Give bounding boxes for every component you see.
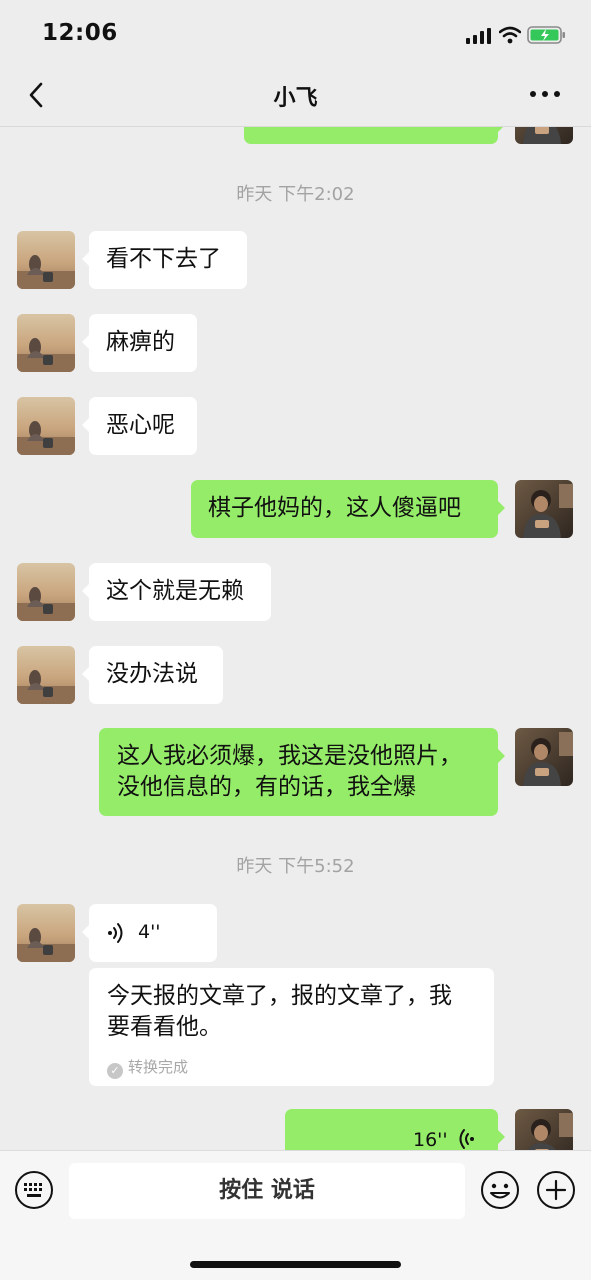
transcript-line: 今天报的文章了，报的文章了，我 bbox=[107, 983, 452, 1009]
message-bubble-received[interactable]: 看不下去了 bbox=[82, 231, 247, 289]
message-bubble-received[interactable]: 这个就是无赖 bbox=[82, 563, 271, 621]
input-bar: 按住 说话 bbox=[0, 1150, 591, 1280]
avatar-me[interactable] bbox=[515, 480, 573, 538]
battery-charging-icon bbox=[527, 26, 565, 44]
voice-message-received[interactable]: 4'' bbox=[82, 904, 217, 962]
chat-header: 小飞 bbox=[0, 66, 591, 127]
message-bubble-sent[interactable]: 棋子他妈的，这人傻逼吧 bbox=[191, 480, 505, 538]
more-icon[interactable] bbox=[528, 84, 562, 104]
keyboard-icon[interactable] bbox=[14, 1170, 54, 1210]
message-bubble-received[interactable]: 麻痹的 bbox=[82, 314, 197, 372]
chat-title: 小飞 bbox=[273, 86, 318, 111]
check-icon: ✓ bbox=[107, 1063, 123, 1079]
voice-message-sent[interactable]: 16'' bbox=[285, 1109, 505, 1150]
wifi-icon bbox=[499, 26, 521, 44]
status-bar: 12:06 bbox=[0, 0, 591, 66]
message-bubble-received[interactable]: 恶心呢 bbox=[82, 397, 197, 455]
voice-transcription[interactable]: 今天报的文章了，报的文章了，我 要看看他。 ✓ 转换完成 bbox=[89, 968, 494, 1086]
avatar-contact[interactable] bbox=[17, 646, 75, 704]
home-indicator[interactable] bbox=[190, 1261, 401, 1268]
avatar-contact[interactable] bbox=[17, 397, 75, 455]
transcription-status-label: 转换完成 bbox=[128, 1058, 189, 1076]
voice-wave-icon bbox=[459, 1129, 474, 1149]
avatar-me[interactable] bbox=[515, 1109, 573, 1150]
message-bubble-received[interactable]: 没办法说 bbox=[82, 646, 223, 704]
cellular-signal-icon bbox=[466, 28, 491, 44]
timestamp: 昨天 下午2:02 bbox=[236, 184, 355, 205]
transcript-line: 要看看他。 bbox=[107, 1014, 222, 1040]
voice-wave-icon bbox=[108, 923, 123, 943]
avatar-me[interactable] bbox=[515, 127, 573, 144]
avatar-contact[interactable] bbox=[17, 314, 75, 372]
voice-duration: 4'' bbox=[138, 921, 161, 943]
message-bubble-sent[interactable]: 这人我必须爆，我这是没他照片， 没他信息的，有的话，我全爆 bbox=[99, 728, 505, 816]
status-time: 12:06 bbox=[42, 20, 118, 46]
transcription-status: ✓ 转换完成 bbox=[107, 1052, 188, 1083]
message-line: 没他信息的，有的话，我全爆 bbox=[117, 774, 416, 800]
avatar-contact[interactable] bbox=[17, 231, 75, 289]
voice-duration: 16'' bbox=[413, 1129, 448, 1150]
chat-messages[interactable]: 昨天 下午2:02 看不下去了 麻痹的 恶心呢 棋子他妈的，这人傻逼吧 这个就是… bbox=[0, 127, 591, 1150]
message-bubble-sent-partial[interactable] bbox=[244, 127, 505, 144]
timestamp: 昨天 下午5:52 bbox=[236, 856, 355, 877]
plus-icon[interactable] bbox=[536, 1170, 576, 1210]
avatar-contact[interactable] bbox=[17, 563, 75, 621]
hold-to-talk-button[interactable]: 按住 说话 bbox=[69, 1163, 465, 1219]
avatar-contact[interactable] bbox=[17, 904, 75, 962]
message-line: 这人我必须爆，我这是没他照片， bbox=[117, 743, 462, 769]
avatar-me[interactable] bbox=[515, 728, 573, 786]
emoji-icon[interactable] bbox=[480, 1170, 520, 1210]
